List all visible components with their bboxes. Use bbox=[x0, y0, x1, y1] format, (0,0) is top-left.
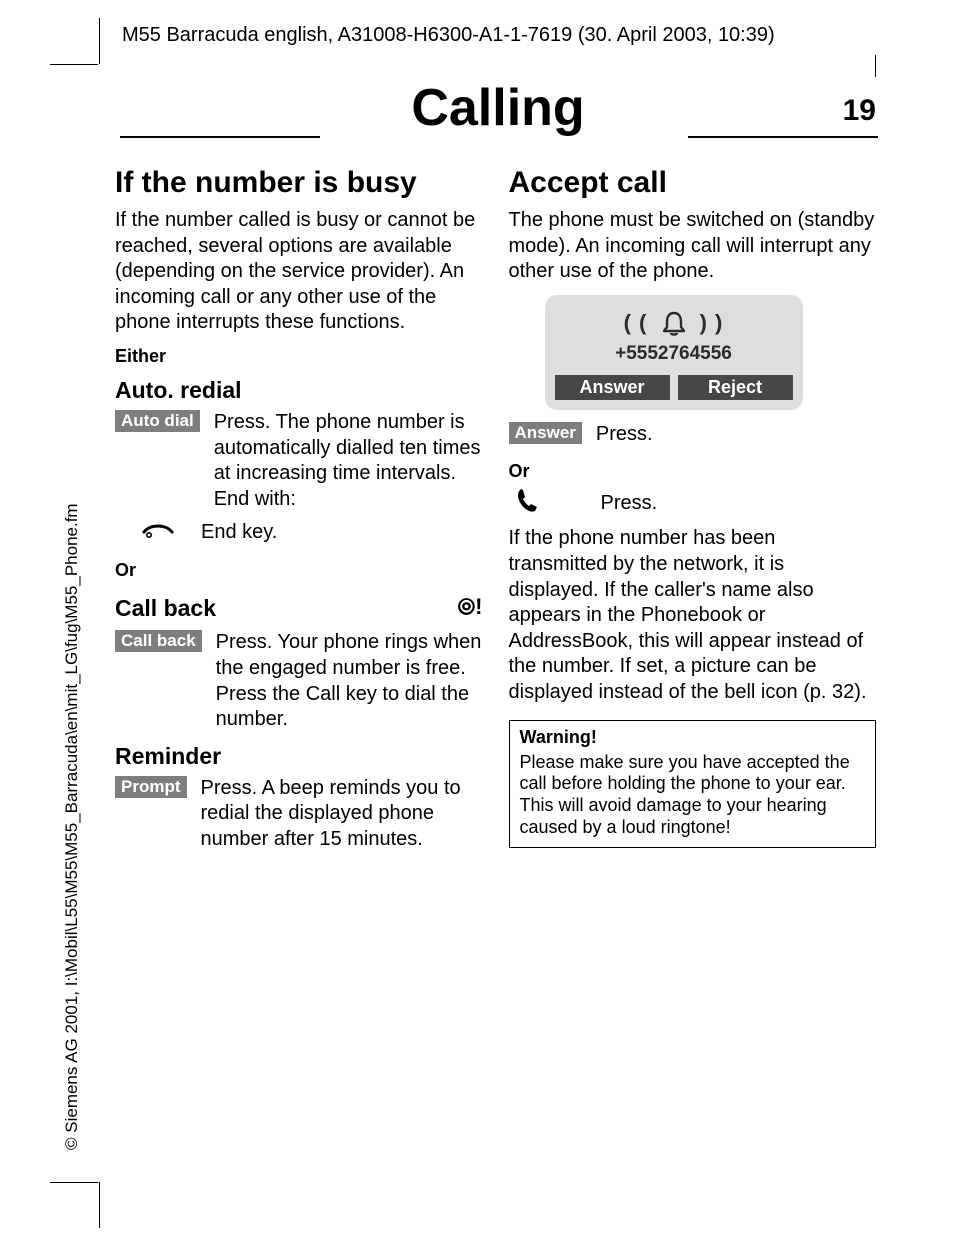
title-rule bbox=[688, 136, 878, 138]
service-dependent-icon: ⦾! bbox=[458, 594, 483, 620]
label-or-1: Or bbox=[115, 560, 483, 581]
text-auto-dial: Press. The phone number is automatically… bbox=[214, 410, 483, 512]
softkey-answer[interactable]: Answer bbox=[555, 375, 670, 400]
softkey-reject[interactable]: Reject bbox=[678, 375, 793, 400]
side-copyright: © Siemens AG 2001, I:\Mobil\L55\M55\M55_… bbox=[62, 503, 82, 1150]
row-auto-dial: Auto dial Press. The phone number is aut… bbox=[115, 410, 483, 512]
text-call-key-press: Press. bbox=[601, 491, 877, 517]
heading-accept-call: Accept call bbox=[509, 166, 877, 200]
softkey-answer-badge[interactable]: Answer bbox=[509, 422, 582, 444]
heading-reminder: Reminder bbox=[115, 743, 483, 770]
phone-screen-mock: ( ( ) ) +5552764556 Answer Reject bbox=[545, 295, 803, 410]
end-key-icon bbox=[115, 518, 201, 546]
chapter-title-wrap: Calling 19 bbox=[120, 78, 876, 138]
heading-call-back: Call back bbox=[115, 595, 216, 622]
label-or-2: Or bbox=[509, 461, 877, 482]
page-number: 19 bbox=[843, 94, 876, 128]
right-column: Accept call The phone must be switched o… bbox=[509, 160, 877, 859]
crop-mark bbox=[50, 64, 98, 65]
text-answer-press: Press. bbox=[596, 422, 876, 448]
row-call-key: Press. bbox=[509, 486, 877, 520]
incoming-number: +5552764556 bbox=[555, 343, 793, 365]
content-columns: If the number is busy If the number call… bbox=[115, 160, 876, 859]
warning-box: Warning! Please make sure you have accep… bbox=[509, 720, 877, 849]
chapter-area: Calling 19 bbox=[120, 78, 876, 138]
label-either: Either bbox=[115, 346, 483, 367]
crop-mark bbox=[99, 18, 100, 64]
heading-busy: If the number is busy bbox=[115, 166, 483, 200]
left-column: If the number is busy If the number call… bbox=[115, 160, 483, 859]
call-key-icon bbox=[509, 486, 601, 520]
incoming-call-icon-row: ( ( ) ) bbox=[555, 309, 793, 339]
crop-mark bbox=[50, 1182, 98, 1183]
text-end-key: End key. bbox=[201, 520, 483, 546]
row-answer-press: Answer Press. bbox=[509, 422, 877, 448]
intro-accept: The phone must be switched on (standby m… bbox=[509, 208, 877, 285]
chapter-title: Calling bbox=[411, 79, 584, 137]
softkey-prompt[interactable]: Prompt bbox=[115, 776, 187, 798]
bell-icon bbox=[659, 309, 689, 339]
softkey-bar: Answer Reject bbox=[555, 375, 793, 400]
intro-busy: If the number called is busy or cannot b… bbox=[115, 208, 483, 336]
text-call-back: Press. Your phone rings when the engaged… bbox=[216, 630, 483, 732]
text-prompt: Press. A beep reminds you to redial the … bbox=[201, 776, 483, 853]
row-end-key: End key. bbox=[115, 518, 483, 546]
row-call-back: Call back Press. Your phone rings when t… bbox=[115, 630, 483, 732]
crop-mark bbox=[99, 1182, 100, 1228]
heading-auto-redial: Auto. redial bbox=[115, 377, 483, 404]
row-prompt: Prompt Press. A beep reminds you to redi… bbox=[115, 776, 483, 853]
softkey-auto-dial[interactable]: Auto dial bbox=[115, 410, 200, 432]
para-caller-info: If the phone number has been transmitted… bbox=[509, 526, 877, 705]
crop-mark bbox=[875, 55, 876, 77]
running-head: M55 Barracuda english, A31008-H6300-A1-1… bbox=[122, 24, 834, 47]
page: M55 Barracuda english, A31008-H6300-A1-1… bbox=[0, 0, 954, 1246]
warning-body: Please make sure you have accepted the c… bbox=[520, 752, 866, 840]
warning-title: Warning! bbox=[520, 727, 866, 748]
title-rule bbox=[120, 136, 320, 138]
softkey-call-back[interactable]: Call back bbox=[115, 630, 202, 652]
